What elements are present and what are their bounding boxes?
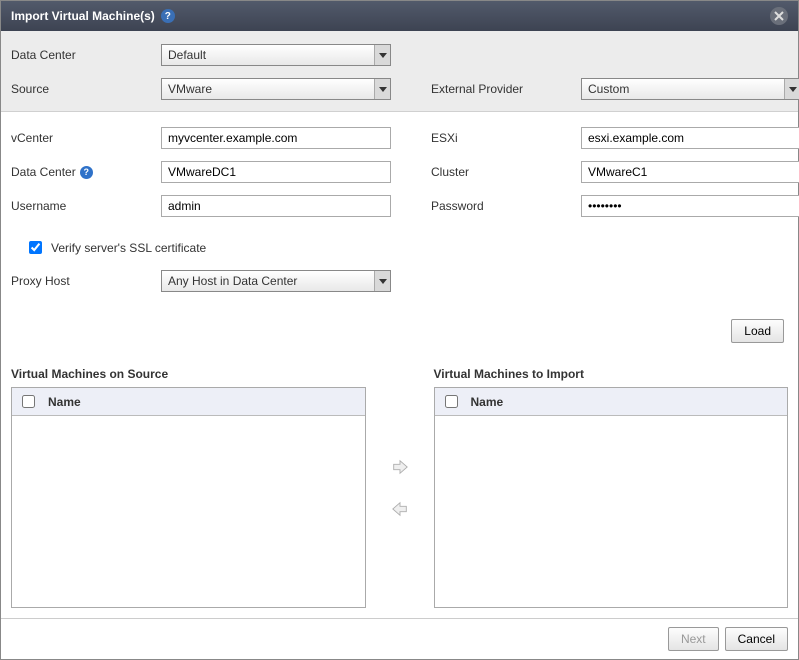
input-cluster[interactable]: [581, 161, 799, 183]
row-proxy-host: Proxy Host Any Host in Data Center: [11, 269, 788, 293]
label-datacenter2: Data Center: [11, 165, 76, 179]
arrow-right-icon: [391, 458, 409, 476]
transfer-arrows: [370, 367, 430, 608]
row-verify-ssl: Verify server's SSL certificate: [25, 238, 788, 257]
select-source[interactable]: VMware: [161, 78, 391, 100]
label-password: Password: [431, 199, 581, 213]
label-cluster: Cluster: [431, 165, 581, 179]
source-list-header: Name: [12, 388, 365, 416]
target-select-all-checkbox[interactable]: [445, 395, 458, 408]
move-left-button[interactable]: [389, 498, 411, 520]
label-verify-ssl: Verify server's SSL certificate: [51, 241, 206, 255]
input-datacenter[interactable]: [161, 161, 391, 183]
source-col-name: Name: [48, 395, 81, 409]
target-col-name: Name: [471, 395, 504, 409]
dialog-footer: Next Cancel: [1, 618, 798, 659]
source-select-all-checkbox[interactable]: [22, 395, 35, 408]
source-panel: Virtual Machines on Source Name: [11, 367, 366, 608]
input-password[interactable]: [581, 195, 799, 217]
titlebar: Import Virtual Machine(s) ?: [1, 1, 798, 31]
help-icon[interactable]: ?: [161, 9, 175, 23]
row-datacenter-top: Data Center Default: [11, 43, 788, 67]
target-panel-title: Virtual Machines to Import: [434, 367, 789, 381]
input-username[interactable]: [161, 195, 391, 217]
label-proxy-host: Proxy Host: [11, 274, 161, 288]
chevron-down-icon: [374, 79, 390, 99]
select-proxy-host-value: Any Host in Data Center: [168, 274, 374, 288]
transfer-area: Virtual Machines on Source Name: [11, 367, 788, 608]
content-area: vCenter ESXi Data Center ? Cluster Usern…: [1, 112, 798, 618]
target-panel: Virtual Machines to Import Name: [434, 367, 789, 608]
source-listbox[interactable]: Name: [11, 387, 366, 608]
chevron-down-icon: [374, 45, 390, 65]
close-icon: [774, 11, 784, 21]
target-list-body: [435, 416, 788, 607]
row-dc-cluster: Data Center ? Cluster: [11, 160, 788, 184]
move-right-button[interactable]: [389, 456, 411, 478]
label-vcenter: vCenter: [11, 131, 161, 145]
arrow-left-icon: [391, 500, 409, 518]
close-button[interactable]: [770, 7, 788, 25]
target-list-header: Name: [435, 388, 788, 416]
chevron-down-icon: [374, 271, 390, 291]
row-user-pass: Username Password: [11, 194, 788, 218]
select-proxy-host[interactable]: Any Host in Data Center: [161, 270, 391, 292]
load-row: Load: [11, 303, 788, 367]
select-external-provider[interactable]: Custom: [581, 78, 799, 100]
label-external-provider: External Provider: [431, 82, 581, 96]
label-datacenter: Data Center: [11, 48, 161, 62]
chevron-down-icon: [784, 79, 799, 99]
next-button[interactable]: Next: [668, 627, 719, 651]
load-button[interactable]: Load: [731, 319, 784, 343]
dialog-title: Import Virtual Machine(s): [11, 9, 155, 23]
top-section: Data Center Default Source VMware Extern…: [1, 31, 798, 112]
cancel-button[interactable]: Cancel: [725, 627, 788, 651]
help-icon[interactable]: ?: [80, 166, 93, 179]
select-external-provider-value: Custom: [588, 82, 784, 96]
row-vcenter-esxi: vCenter ESXi: [11, 126, 788, 150]
label-source: Source: [11, 82, 161, 96]
input-esxi[interactable]: [581, 127, 799, 149]
label-username: Username: [11, 199, 161, 213]
label-esxi: ESXi: [431, 131, 581, 145]
select-datacenter-value: Default: [168, 48, 374, 62]
import-vm-dialog: Import Virtual Machine(s) ? Data Center …: [0, 0, 799, 660]
input-vcenter[interactable]: [161, 127, 391, 149]
select-source-value: VMware: [168, 82, 374, 96]
target-listbox[interactable]: Name: [434, 387, 789, 608]
checkbox-verify-ssl[interactable]: [29, 241, 42, 254]
source-list-body: [12, 416, 365, 607]
select-datacenter[interactable]: Default: [161, 44, 391, 66]
source-panel-title: Virtual Machines on Source: [11, 367, 366, 381]
row-source: Source VMware External Provider Custom: [11, 77, 788, 101]
